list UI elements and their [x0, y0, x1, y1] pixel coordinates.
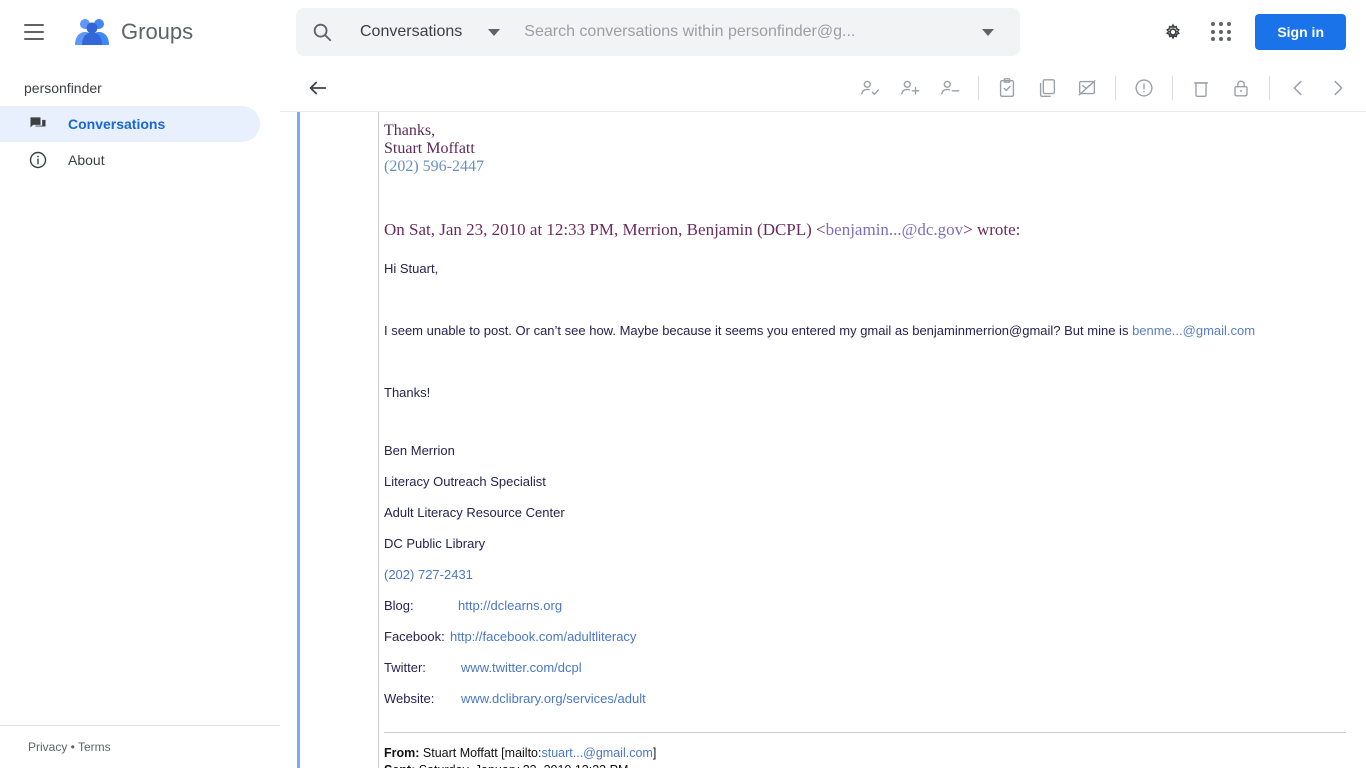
message-body: Thanks, Stuart Moffatt (202) 596-2447 On… — [280, 112, 1366, 768]
search-bar[interactable]: Conversations — [296, 8, 1020, 56]
link-label: Facebook: — [384, 629, 445, 644]
remove-member-icon[interactable] — [930, 68, 970, 108]
sent-value: Saturday, January 23, 2010 12:23 PM — [419, 763, 629, 768]
signature-link-row: Blog: http://dclearns.org — [384, 590, 1366, 621]
forward-sent-line: Sent: Saturday, January 23, 2010 12:23 P… — [384, 762, 1366, 768]
from-suffix: ] — [652, 746, 657, 760]
link-label: Twitter: — [384, 660, 426, 675]
toolbar-divider — [1115, 76, 1116, 100]
signature-link-row: Twitter: www.twitter.com/dcpl — [384, 652, 1366, 683]
message-paragraph: I seem unable to post. Or can’t see how.… — [384, 324, 1366, 337]
signoff-phone: (202) 596-2447 — [384, 158, 484, 175]
signoff-name: Stuart Moffatt — [384, 140, 475, 157]
sidebar-footer: Privacy • Terms — [0, 725, 280, 768]
sign-in-button[interactable]: Sign in — [1255, 14, 1346, 50]
sidebar-item-about[interactable]: About — [0, 142, 260, 178]
forward-from-line: From: Stuart Moffatt [mailto:stuart...@g… — [384, 745, 1366, 762]
mark-member-icon[interactable] — [850, 68, 890, 108]
privacy-terms-links[interactable]: Privacy • Terms — [0, 726, 280, 768]
quote-intro-prefix: On Sat, Jan 23, 2010 at 12:33 PM, Merrio… — [384, 220, 826, 239]
quoted-message: Hi Stuart, I seem unable to post. Or can… — [384, 262, 1366, 768]
duplicate-icon[interactable] — [1027, 68, 1067, 108]
signature-phone: (202) 727-2431 — [384, 567, 473, 582]
header-actions: Sign in — [1149, 0, 1366, 64]
conversation-pane: Thanks, Stuart Moffatt (202) 596-2447 On… — [280, 64, 1366, 768]
sent-label: Sent: — [384, 763, 415, 768]
from-label: From: — [384, 746, 420, 760]
sidebar: personfinder Conversations About Privacy… — [0, 64, 280, 768]
signature-link-row: Facebook: http://facebook.com/adultliter… — [384, 621, 1366, 652]
quote-intro-line: On Sat, Jan 23, 2010 at 12:33 PM, Merrio… — [384, 220, 1366, 240]
quote-intro-suffix: > wrote: — [963, 220, 1021, 239]
search-options-chevron-down-icon[interactable] — [982, 28, 994, 36]
info-circle-icon — [28, 150, 48, 170]
apps-grid-icon[interactable] — [1197, 8, 1245, 56]
link-label: Website: — [384, 691, 435, 706]
signature-link-row: Website: www.dclibrary.org/services/adul… — [384, 683, 1366, 714]
delete-icon[interactable] — [1181, 68, 1221, 108]
divider — [384, 732, 1346, 733]
blog-link[interactable]: http://dclearns.org — [458, 590, 562, 621]
groups-people-icon — [72, 17, 112, 47]
conversation-toolbar — [280, 64, 1366, 112]
signature-company: DC Public Library — [384, 536, 486, 551]
report-icon[interactable] — [1124, 68, 1164, 108]
paragraph-email-link[interactable]: benme...@gmail.com — [1132, 323, 1255, 338]
paragraph-text: I seem unable to post. Or can’t see how.… — [384, 323, 1133, 338]
toolbar-divider — [978, 76, 979, 100]
quote-intro-email-link[interactable]: benjamin...@dc.gov — [826, 220, 963, 239]
signoff-block: Thanks, Stuart Moffatt (202) 596-2447 — [384, 122, 1366, 176]
greeting: Hi Stuart, — [384, 261, 439, 276]
sidebar-item-label: Conversations — [68, 116, 166, 132]
closing-thanks: Thanks! — [384, 385, 431, 400]
toolbar-actions — [850, 64, 1358, 112]
signoff-thanks: Thanks, — [384, 122, 436, 139]
from-value: Stuart Moffatt [mailto: — [422, 746, 542, 760]
mark-unread-icon[interactable] — [1067, 68, 1107, 108]
hamburger-menu-icon[interactable] — [24, 20, 48, 44]
brand[interactable]: Groups — [72, 17, 193, 47]
sidebar-item-conversations[interactable]: Conversations — [0, 106, 260, 142]
facebook-link[interactable]: http://facebook.com/adultliteracy — [450, 621, 636, 652]
toolbar-divider — [1269, 76, 1270, 100]
arrow-back-icon[interactable] — [306, 76, 330, 100]
group-name: personfinder — [24, 80, 102, 96]
signature-org: Adult Literacy Resource Center — [384, 505, 565, 520]
search-scope-label[interactable]: Conversations — [360, 23, 462, 41]
link-label: Blog: — [384, 598, 414, 613]
signature-block: Ben Merrion Literacy Outreach Specialist… — [384, 435, 1366, 714]
message-content: Thanks, Stuart Moffatt (202) 596-2447 On… — [280, 112, 1366, 768]
twitter-link[interactable]: www.twitter.com/dcpl — [461, 652, 582, 683]
brand-title: Groups — [121, 19, 194, 44]
search-icon[interactable] — [310, 20, 334, 44]
app-header: Groups Conversations Sign — [0, 0, 1366, 64]
website-link[interactable]: www.dclibrary.org/services/adult — [461, 683, 646, 714]
next-icon[interactable] — [1318, 68, 1358, 108]
gear-icon[interactable] — [1149, 8, 1197, 56]
lock-icon[interactable] — [1221, 68, 1261, 108]
mark-complete-icon[interactable] — [987, 68, 1027, 108]
groups-page: Groups Conversations Sign — [0, 0, 1366, 768]
forwarded-header: From: Stuart Moffatt [mailto:stuart...@g… — [384, 745, 1366, 768]
conversations-icon — [28, 114, 48, 134]
from-email-link[interactable]: stuart...@gmail.com — [541, 746, 652, 760]
search-input[interactable] — [522, 22, 982, 42]
signature-title: Literacy Outreach Specialist — [384, 474, 546, 489]
previous-icon[interactable] — [1278, 68, 1318, 108]
add-member-icon[interactable] — [890, 68, 930, 108]
toolbar-divider — [1172, 76, 1173, 100]
chevron-down-icon[interactable] — [488, 28, 501, 36]
sidebar-item-label: About — [68, 152, 105, 168]
signature-name: Ben Merrion — [384, 443, 455, 458]
